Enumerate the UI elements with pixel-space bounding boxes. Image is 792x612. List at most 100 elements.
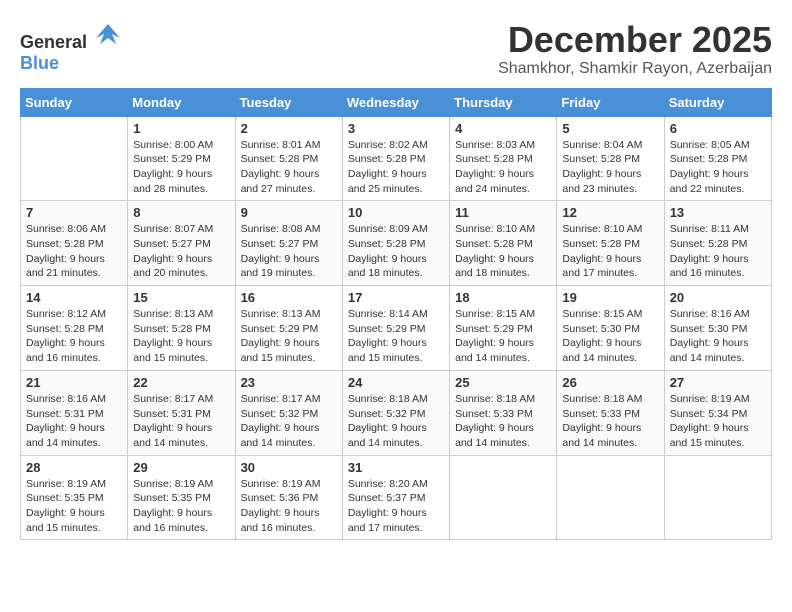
calendar-cell: 29 Sunrise: 8:19 AMSunset: 5:35 PMDayligh…	[128, 455, 235, 540]
header-day-thursday: Thursday	[450, 88, 557, 116]
day-number: 16	[241, 290, 337, 305]
calendar-cell: 4 Sunrise: 8:03 AMSunset: 5:28 PMDaylight…	[450, 116, 557, 201]
day-number: 9	[241, 205, 337, 220]
calendar-cell: 25 Sunrise: 8:18 AMSunset: 5:33 PMDayligh…	[450, 370, 557, 455]
calendar-cell: 15 Sunrise: 8:13 AMSunset: 5:28 PMDayligh…	[128, 286, 235, 371]
day-info: Sunrise: 8:18 AMSunset: 5:33 PMDaylight:…	[455, 392, 551, 451]
day-number: 20	[670, 290, 766, 305]
calendar-cell: 12 Sunrise: 8:10 AMSunset: 5:28 PMDayligh…	[557, 201, 664, 286]
calendar-cell: 8Sunrise: 8:07 AMSunset: 5:27 PMDaylight…	[128, 201, 235, 286]
calendar-cell: 16Sunrise: 8:13 AMSunset: 5:29 PMDayligh…	[235, 286, 342, 371]
calendar-table: SundayMondayTuesdayWednesdayThursdayFrid…	[20, 88, 772, 541]
header-day-saturday: Saturday	[664, 88, 771, 116]
calendar-cell: 23 Sunrise: 8:17 AMSunset: 5:32 PMDayligh…	[235, 370, 342, 455]
day-info: Sunrise: 8:17 AMSunset: 5:32 PMDaylight:…	[241, 392, 337, 451]
day-number: 11	[455, 205, 551, 220]
calendar-cell: 5 Sunrise: 8:04 AMSunset: 5:28 PMDaylight…	[557, 116, 664, 201]
page-header: General Blue December 2025 Shamkhor, Sha…	[20, 20, 772, 78]
day-number: 22	[133, 375, 229, 390]
day-info: Sunrise: 8:12 AMSunset: 5:28 PMDaylight:…	[26, 307, 122, 366]
header-day-monday: Monday	[128, 88, 235, 116]
logo-text: General Blue	[20, 20, 122, 74]
day-info: Sunrise: 8:18 AMSunset: 5:33 PMDaylight:…	[562, 392, 658, 451]
day-info: Sunrise: 8:19 AMSunset: 5:35 PMDaylight:…	[133, 477, 229, 536]
calendar-cell: 7 Sunrise: 8:06 AMSunset: 5:28 PMDaylight…	[21, 201, 128, 286]
day-number: 10	[348, 205, 444, 220]
month-title: December 2025	[498, 20, 772, 60]
day-info: Sunrise: 8:19 AMSunset: 5:36 PMDaylight:…	[241, 477, 337, 536]
calendar-cell: 21Sunrise: 8:16 AMSunset: 5:31 PMDayligh…	[21, 370, 128, 455]
day-number: 21	[26, 375, 122, 390]
day-number: 19	[562, 290, 658, 305]
day-number: 5	[562, 121, 658, 136]
day-info: Sunrise: 8:09 AMSunset: 5:28 PMDaylight:…	[348, 222, 444, 281]
calendar-cell: 10 Sunrise: 8:09 AMSunset: 5:28 PMDayligh…	[342, 201, 449, 286]
day-number: 4	[455, 121, 551, 136]
logo: General Blue	[20, 20, 122, 74]
calendar-cell: 30 Sunrise: 8:19 AMSunset: 5:36 PMDayligh…	[235, 455, 342, 540]
day-info: Sunrise: 8:13 AMSunset: 5:28 PMDaylight:…	[133, 307, 229, 366]
day-info: Sunrise: 8:06 AMSunset: 5:28 PMDaylight:…	[26, 222, 122, 281]
calendar-cell: 13 Sunrise: 8:11 AMSunset: 5:28 PMDayligh…	[664, 201, 771, 286]
day-number: 14	[26, 290, 122, 305]
day-info: Sunrise: 8:05 AMSunset: 5:28 PMDaylight:…	[670, 138, 766, 197]
calendar-week-row: 28Sunrise: 8:19 AMSunset: 5:35 PMDayligh…	[21, 455, 772, 540]
calendar-cell	[557, 455, 664, 540]
calendar-cell: 11 Sunrise: 8:10 AMSunset: 5:28 PMDayligh…	[450, 201, 557, 286]
day-info: Sunrise: 8:04 AMSunset: 5:28 PMDaylight:…	[562, 138, 658, 197]
day-number: 23	[241, 375, 337, 390]
day-number: 25	[455, 375, 551, 390]
day-info: Sunrise: 8:00 AMSunset: 5:29 PMDaylight:…	[133, 138, 229, 197]
day-info: Sunrise: 8:17 AMSunset: 5:31 PMDaylight:…	[133, 392, 229, 451]
calendar-cell: 18 Sunrise: 8:15 AMSunset: 5:29 PMDayligh…	[450, 286, 557, 371]
calendar-week-row: 14 Sunrise: 8:12 AMSunset: 5:28 PMDayligh…	[21, 286, 772, 371]
day-number: 8	[133, 205, 229, 220]
calendar-cell: 6 Sunrise: 8:05 AMSunset: 5:28 PMDaylight…	[664, 116, 771, 201]
day-info: Sunrise: 8:20 AMSunset: 5:37 PMDaylight:…	[348, 477, 444, 536]
day-number: 30	[241, 460, 337, 475]
day-info: Sunrise: 8:15 AMSunset: 5:30 PMDaylight:…	[562, 307, 658, 366]
day-number: 6	[670, 121, 766, 136]
day-number: 17	[348, 290, 444, 305]
day-number: 24	[348, 375, 444, 390]
day-info: Sunrise: 8:15 AMSunset: 5:29 PMDaylight:…	[455, 307, 551, 366]
calendar-cell	[664, 455, 771, 540]
calendar-cell	[450, 455, 557, 540]
day-number: 1	[133, 121, 229, 136]
logo-blue: Blue	[20, 53, 59, 73]
day-info: Sunrise: 8:03 AMSunset: 5:28 PMDaylight:…	[455, 138, 551, 197]
calendar-cell: 3Sunrise: 8:02 AMSunset: 5:28 PMDaylight…	[342, 116, 449, 201]
calendar-cell: 28Sunrise: 8:19 AMSunset: 5:35 PMDayligh…	[21, 455, 128, 540]
day-number: 2	[241, 121, 337, 136]
day-info: Sunrise: 8:10 AMSunset: 5:28 PMDaylight:…	[562, 222, 658, 281]
day-number: 12	[562, 205, 658, 220]
header-day-sunday: Sunday	[21, 88, 128, 116]
location-subtitle: Shamkhor, Shamkir Rayon, Azerbaijan	[498, 60, 772, 78]
calendar-week-row: 7 Sunrise: 8:06 AMSunset: 5:28 PMDaylight…	[21, 201, 772, 286]
calendar-cell: 22 Sunrise: 8:17 AMSunset: 5:31 PMDayligh…	[128, 370, 235, 455]
header-day-wednesday: Wednesday	[342, 88, 449, 116]
day-number: 15	[133, 290, 229, 305]
calendar-cell: 2 Sunrise: 8:01 AMSunset: 5:28 PMDaylight…	[235, 116, 342, 201]
day-info: Sunrise: 8:19 AMSunset: 5:34 PMDaylight:…	[670, 392, 766, 451]
day-info: Sunrise: 8:16 AMSunset: 5:30 PMDaylight:…	[670, 307, 766, 366]
day-number: 7	[26, 205, 122, 220]
day-number: 18	[455, 290, 551, 305]
calendar-week-row: 1 Sunrise: 8:00 AMSunset: 5:29 PMDaylight…	[21, 116, 772, 201]
day-info: Sunrise: 8:01 AMSunset: 5:28 PMDaylight:…	[241, 138, 337, 197]
day-info: Sunrise: 8:10 AMSunset: 5:28 PMDaylight:…	[455, 222, 551, 281]
day-info: Sunrise: 8:02 AMSunset: 5:28 PMDaylight:…	[348, 138, 444, 197]
day-number: 27	[670, 375, 766, 390]
day-info: Sunrise: 8:11 AMSunset: 5:28 PMDaylight:…	[670, 222, 766, 281]
day-number: 31	[348, 460, 444, 475]
calendar-cell: 19 Sunrise: 8:15 AMSunset: 5:30 PMDayligh…	[557, 286, 664, 371]
calendar-cell: 27 Sunrise: 8:19 AMSunset: 5:34 PMDayligh…	[664, 370, 771, 455]
day-number: 29	[133, 460, 229, 475]
logo-general: General	[20, 32, 87, 52]
logo-bird-icon	[94, 20, 122, 48]
calendar-week-row: 21Sunrise: 8:16 AMSunset: 5:31 PMDayligh…	[21, 370, 772, 455]
calendar-cell: 24Sunrise: 8:18 AMSunset: 5:32 PMDayligh…	[342, 370, 449, 455]
day-info: Sunrise: 8:19 AMSunset: 5:35 PMDaylight:…	[26, 477, 122, 536]
day-number: 13	[670, 205, 766, 220]
calendar-cell: 14 Sunrise: 8:12 AMSunset: 5:28 PMDayligh…	[21, 286, 128, 371]
